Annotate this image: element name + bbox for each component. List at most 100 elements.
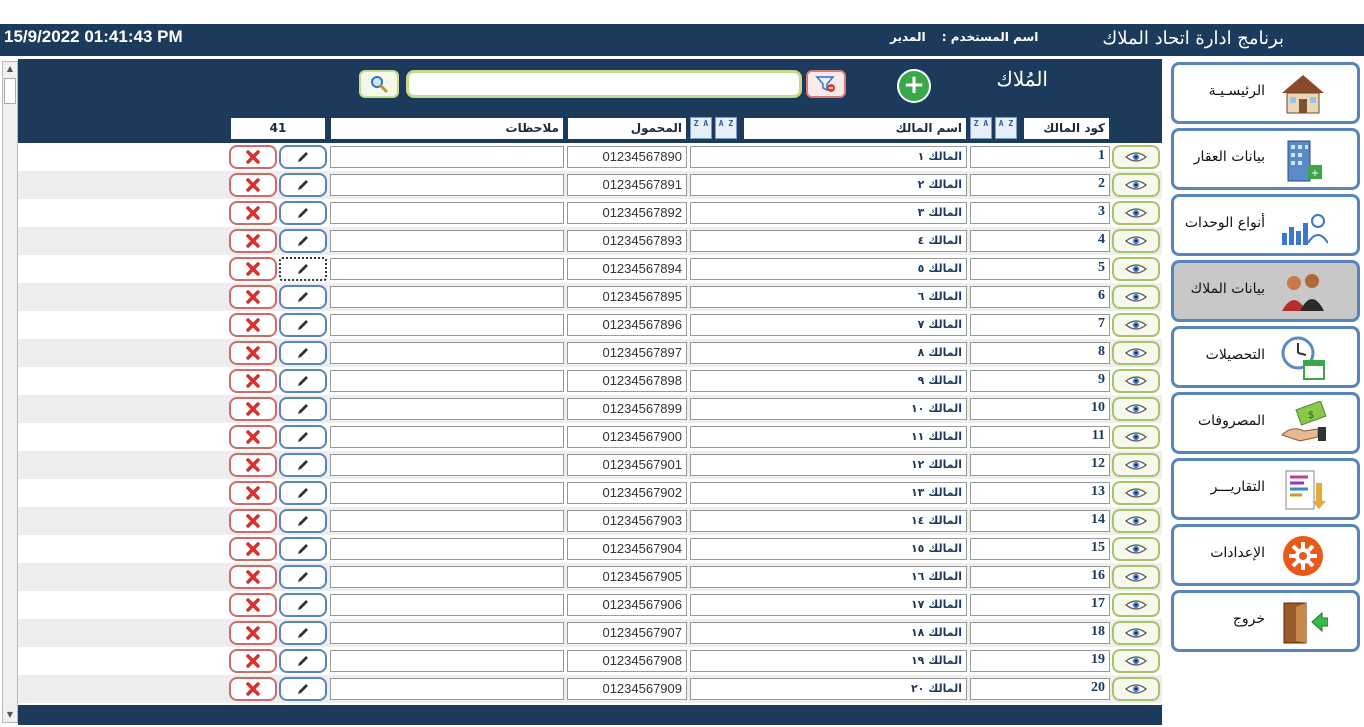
delete-button[interactable]: [229, 257, 277, 281]
notes-cell[interactable]: [330, 510, 564, 532]
name-cell[interactable]: المالك ٢٠: [690, 678, 967, 700]
delete-button[interactable]: [229, 145, 277, 169]
delete-button[interactable]: [229, 509, 277, 533]
code-cell[interactable]: 9: [970, 370, 1110, 392]
edit-button[interactable]: [279, 565, 327, 589]
view-button[interactable]: [1112, 649, 1160, 673]
edit-button[interactable]: [279, 397, 327, 421]
notes-cell[interactable]: [330, 566, 564, 588]
delete-button[interactable]: [229, 397, 277, 421]
name-cell[interactable]: المالك ١٧: [690, 594, 967, 616]
name-cell[interactable]: المالك ٦: [690, 286, 967, 308]
name-cell[interactable]: المالك ١٦: [690, 566, 967, 588]
mobile-cell[interactable]: 01234567905: [567, 566, 687, 588]
mobile-cell[interactable]: 01234567906: [567, 594, 687, 616]
edit-button[interactable]: [279, 173, 327, 197]
edit-button[interactable]: [279, 453, 327, 477]
code-cell[interactable]: 1: [970, 146, 1110, 168]
view-button[interactable]: [1112, 537, 1160, 561]
code-cell[interactable]: 3: [970, 202, 1110, 224]
notes-cell[interactable]: [330, 342, 564, 364]
vertical-scrollbar[interactable]: ▲ ▼: [2, 61, 18, 723]
notes-cell[interactable]: [330, 650, 564, 672]
notes-cell[interactable]: [330, 398, 564, 420]
clear-filter-button[interactable]: [806, 70, 846, 98]
view-button[interactable]: [1112, 509, 1160, 533]
notes-cell[interactable]: [330, 370, 564, 392]
notes-cell[interactable]: [330, 454, 564, 476]
sidebar-item-7[interactable]: الإعدادات: [1171, 524, 1360, 586]
sort-asc-code-button[interactable]: A Z: [995, 117, 1017, 139]
mobile-cell[interactable]: 01234567893: [567, 230, 687, 252]
name-cell[interactable]: المالك ٣: [690, 202, 967, 224]
delete-button[interactable]: [229, 425, 277, 449]
scroll-down-icon[interactable]: ▼: [4, 709, 16, 721]
mobile-cell[interactable]: 01234567901: [567, 454, 687, 476]
delete-button[interactable]: [229, 481, 277, 505]
mobile-cell[interactable]: 01234567908: [567, 650, 687, 672]
notes-cell[interactable]: [330, 678, 564, 700]
mobile-cell[interactable]: 01234567902: [567, 482, 687, 504]
name-cell[interactable]: المالك ١٩: [690, 650, 967, 672]
mobile-cell[interactable]: 01234567899: [567, 398, 687, 420]
delete-button[interactable]: [229, 229, 277, 253]
code-cell[interactable]: 7: [970, 314, 1110, 336]
view-button[interactable]: [1112, 173, 1160, 197]
scroll-up-icon[interactable]: ▲: [4, 63, 16, 75]
delete-button[interactable]: [229, 677, 277, 701]
code-cell[interactable]: 5: [970, 258, 1110, 280]
delete-button[interactable]: [229, 453, 277, 477]
edit-button[interactable]: [279, 369, 327, 393]
delete-button[interactable]: [229, 173, 277, 197]
notes-cell[interactable]: [330, 314, 564, 336]
edit-button[interactable]: [279, 257, 327, 281]
notes-cell[interactable]: [330, 258, 564, 280]
sidebar-item-8[interactable]: خروج: [1171, 590, 1360, 652]
notes-cell[interactable]: [330, 426, 564, 448]
delete-button[interactable]: [229, 649, 277, 673]
search-input[interactable]: [406, 70, 802, 98]
delete-button[interactable]: [229, 285, 277, 309]
view-button[interactable]: [1112, 285, 1160, 309]
mobile-cell[interactable]: 01234567891: [567, 174, 687, 196]
mobile-cell[interactable]: 01234567892: [567, 202, 687, 224]
edit-button[interactable]: [279, 509, 327, 533]
view-button[interactable]: [1112, 145, 1160, 169]
delete-button[interactable]: [229, 621, 277, 645]
sidebar-item-3[interactable]: بيانات الملاك: [1171, 260, 1360, 322]
sort-asc-name-button[interactable]: A Z: [715, 117, 737, 139]
mobile-cell[interactable]: 01234567909: [567, 678, 687, 700]
name-cell[interactable]: المالك ١١: [690, 426, 967, 448]
code-cell[interactable]: 2: [970, 174, 1110, 196]
notes-cell[interactable]: [330, 174, 564, 196]
view-button[interactable]: [1112, 341, 1160, 365]
edit-button[interactable]: [279, 649, 327, 673]
view-button[interactable]: [1112, 593, 1160, 617]
name-cell[interactable]: المالك ١٣: [690, 482, 967, 504]
view-button[interactable]: [1112, 677, 1160, 701]
name-cell[interactable]: المالك ١٢: [690, 454, 967, 476]
name-cell[interactable]: المالك ٥: [690, 258, 967, 280]
delete-button[interactable]: [229, 593, 277, 617]
mobile-cell[interactable]: 01234567896: [567, 314, 687, 336]
notes-cell[interactable]: [330, 230, 564, 252]
notes-cell[interactable]: [330, 202, 564, 224]
mobile-cell[interactable]: 01234567903: [567, 510, 687, 532]
mobile-cell[interactable]: 01234567894: [567, 258, 687, 280]
mobile-cell[interactable]: 01234567890: [567, 146, 687, 168]
name-cell[interactable]: المالك ٢: [690, 174, 967, 196]
edit-button[interactable]: [279, 677, 327, 701]
code-cell[interactable]: 8: [970, 342, 1110, 364]
sort-desc-name-button[interactable]: Z A: [690, 117, 712, 139]
notes-cell[interactable]: [330, 146, 564, 168]
edit-button[interactable]: [279, 229, 327, 253]
edit-button[interactable]: [279, 145, 327, 169]
name-cell[interactable]: المالك ٩: [690, 370, 967, 392]
mobile-cell[interactable]: 01234567895: [567, 286, 687, 308]
edit-button[interactable]: [279, 593, 327, 617]
name-cell[interactable]: المالك ٧: [690, 314, 967, 336]
delete-button[interactable]: [229, 369, 277, 393]
code-cell[interactable]: 14: [970, 510, 1110, 532]
view-button[interactable]: [1112, 565, 1160, 589]
edit-button[interactable]: [279, 285, 327, 309]
